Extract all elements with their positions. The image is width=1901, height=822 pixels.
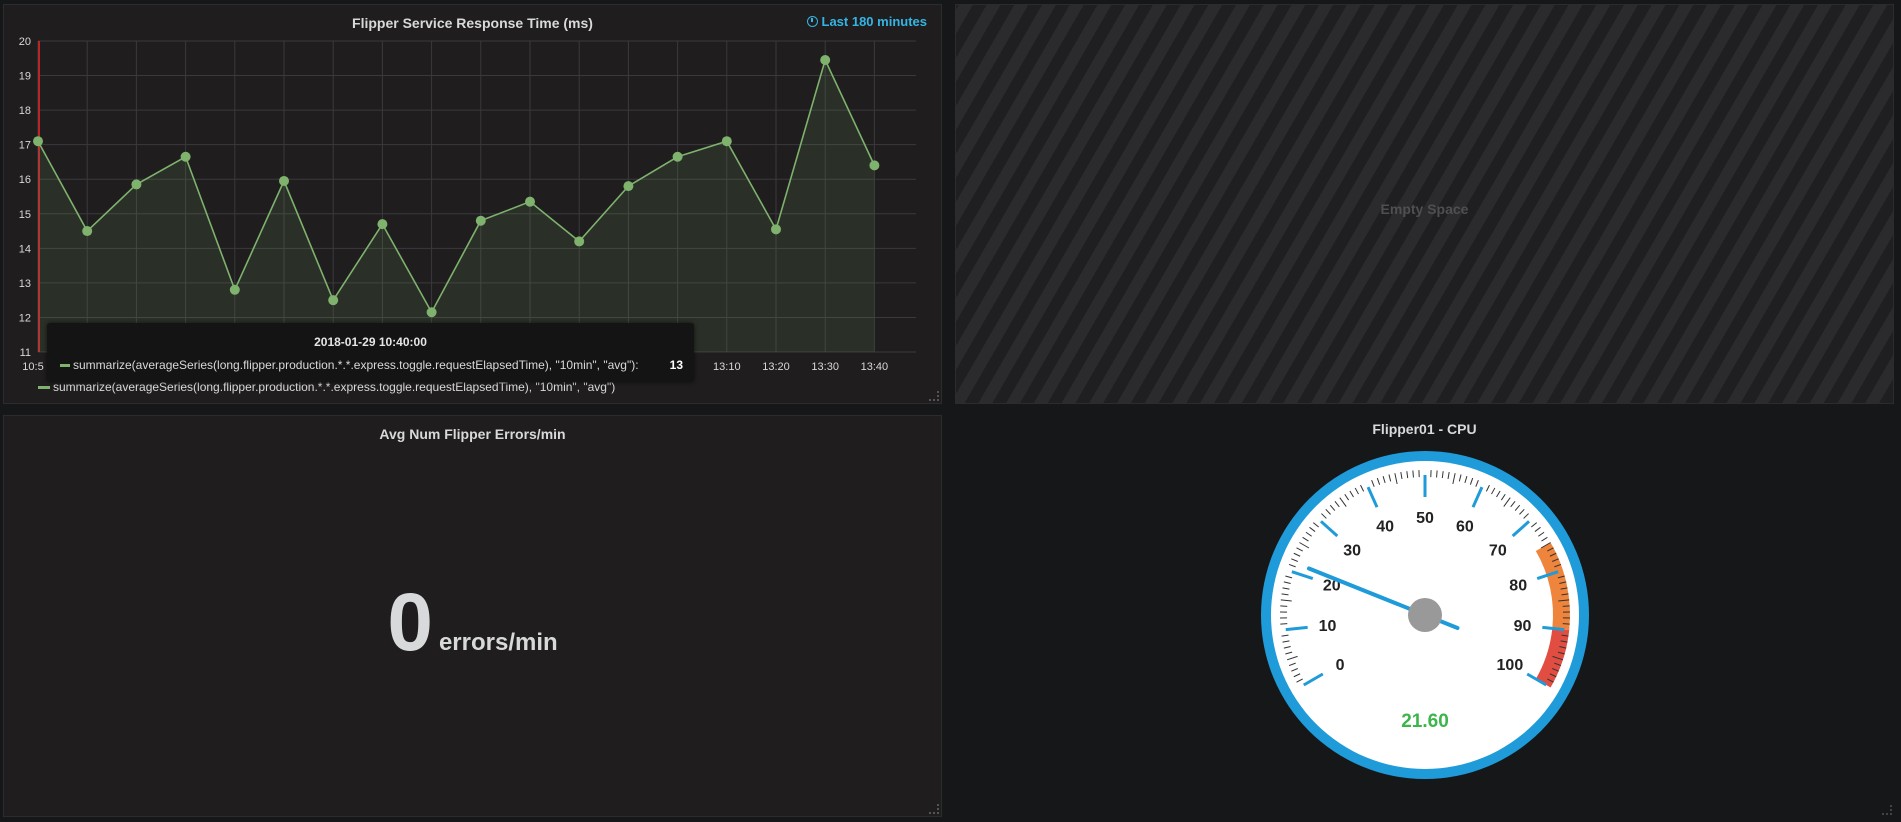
data-point <box>475 215 486 226</box>
panel-title[interactable]: Avg Num Flipper Errors/min <box>4 426 941 442</box>
stat-value: 0 <box>387 577 433 668</box>
resize-handle[interactable] <box>1882 805 1892 815</box>
x-tick-label: 13:10 <box>713 361 741 373</box>
time-range-indicator[interactable]: Last 180 minutes <box>806 14 928 29</box>
y-tick-label: 17 <box>19 140 31 152</box>
tooltip-series: summarize(averageSeries(long.flipper.pro… <box>60 358 639 372</box>
gauge-value: 21.60 <box>1401 711 1449 732</box>
data-point <box>426 307 437 318</box>
y-tick-label: 15 <box>19 209 31 221</box>
data-point <box>377 219 388 230</box>
y-tick-label: 19 <box>19 71 31 83</box>
y-tick-label: 11 <box>20 347 31 359</box>
gauge-scale-label: 80 <box>1509 578 1527 595</box>
y-tick-label: 13 <box>19 278 31 290</box>
panel-title[interactable]: Flipper01 - CPU <box>955 421 1894 437</box>
x-tick-label: 13:20 <box>762 361 790 373</box>
gauge-scale-label: 90 <box>1514 618 1532 635</box>
tooltip-series-label: summarize(averageSeries(long.flipper.pro… <box>73 358 639 372</box>
gauge-scale-label: 60 <box>1456 518 1474 535</box>
clock-icon <box>806 16 818 27</box>
tooltip-value: 13 <box>669 358 683 372</box>
data-point <box>229 284 240 295</box>
data-point <box>672 151 683 162</box>
series-area <box>38 60 875 352</box>
x-tick-label: 13:30 <box>811 361 839 373</box>
data-point <box>33 136 43 147</box>
errors-panel: Avg Num Flipper Errors/min 0 errors/min <box>3 415 942 817</box>
gauge-minor-tick <box>1412 470 1414 478</box>
data-point <box>525 196 535 207</box>
response-time-panel: 11 12 13 14 15 16 17 18 19 20 10:5 13:10 13:20 13:30 1… <box>3 4 942 404</box>
legend-item[interactable]: summarize(averageSeries(long.flipper.pro… <box>38 380 615 394</box>
data-point <box>279 175 289 186</box>
y-tick-label: 14 <box>19 243 31 255</box>
y-tick-label: 20 <box>19 36 31 48</box>
tooltip-time: 2018-01-29 10:40:00 <box>314 335 427 349</box>
resize-handle[interactable] <box>929 804 939 814</box>
data-point <box>82 226 93 237</box>
y-tick-label: 18 <box>19 105 31 117</box>
cpu-panel: Flipper01 - CPU 0 10 20 30 40 50 60 70 80 90 100 21… <box>955 415 1894 817</box>
cpu-gauge: 010203040 50 6070809010021.60 <box>1261 451 1589 779</box>
empty-space-label: Empty Space <box>1380 201 1469 217</box>
data-point <box>721 136 732 147</box>
time-range-label: Last 180 minutes <box>821 14 928 29</box>
singlestat: 0 errors/min <box>4 576 941 670</box>
graph-tooltip: 2018-01-29 10:40:00 summarize(averageSer… <box>47 323 694 382</box>
y-tick-label: 16 <box>19 174 31 186</box>
data-point <box>869 160 880 171</box>
empty-space-panel: Empty Space <box>955 4 1894 404</box>
gauge-scale-label: 50 <box>1416 510 1434 527</box>
data-point <box>771 224 781 235</box>
data-point <box>328 295 339 306</box>
legend-label: summarize(averageSeries(long.flipper.pro… <box>53 380 616 394</box>
data-point <box>131 179 142 190</box>
legend-swatch <box>38 386 50 390</box>
data-point <box>180 151 191 162</box>
gauge-scale-label: 0 <box>1336 657 1345 674</box>
y-tick-label: 12 <box>19 312 31 324</box>
gauge-scale-label: 100 <box>1497 657 1524 674</box>
gauge-scale-label: 70 <box>1489 542 1507 559</box>
stat-unit: errors/min <box>438 629 558 656</box>
gauge-minor-tick <box>1436 470 1438 478</box>
gauge-scale-label: 30 <box>1343 542 1361 559</box>
data-point <box>623 181 634 192</box>
x-tick-label: 10:5 <box>22 361 43 373</box>
x-tick-label: 13:40 <box>861 361 889 373</box>
gauge-scale-label: 40 <box>1376 518 1394 535</box>
gauge-hub <box>1408 598 1442 632</box>
gauge-scale-label: 10 <box>1319 618 1337 635</box>
data-point <box>820 55 831 66</box>
tooltip-swatch <box>60 364 70 368</box>
data-point <box>574 236 585 247</box>
resize-handle[interactable] <box>929 391 939 401</box>
panel-title[interactable]: Flipper Service Response Time (ms) <box>4 15 941 31</box>
